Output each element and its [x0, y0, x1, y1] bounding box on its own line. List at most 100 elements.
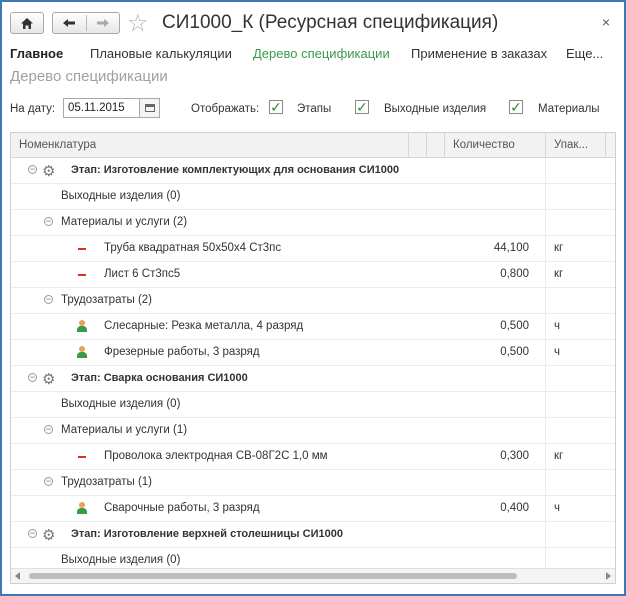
material-marker-icon [78, 274, 86, 276]
column-nomenclature[interactable]: Номенклатура [11, 133, 409, 157]
row-name: Фрезерные работы, 3 разряд [104, 346, 260, 358]
home-button[interactable] [10, 12, 44, 34]
column-divider [545, 210, 546, 235]
column-divider [545, 184, 546, 209]
row-quantity: 0,400 [500, 502, 529, 514]
table-row[interactable]: Слесарные: Резка металла, 4 разряд 0,500 ч [11, 314, 615, 340]
section-main[interactable]: Главное [10, 46, 63, 61]
person-icon [77, 346, 87, 358]
column-package[interactable]: Упак... [546, 133, 606, 157]
column-divider [545, 262, 546, 287]
collapse-toggle-icon[interactable]: − [44, 425, 53, 434]
table-row[interactable]: − Материалы и услуги (2) [11, 210, 615, 236]
section-order-usage[interactable]: Применение в заказах [411, 46, 547, 61]
row-unit: ч [554, 320, 560, 332]
output-items-checkbox[interactable]: ✓ [355, 100, 369, 114]
page-subtitle: Дерево спецификации [10, 68, 168, 85]
column-divider [545, 470, 546, 495]
column-extra-2[interactable] [427, 133, 445, 157]
row-name: Лист 6 Ст3пс5 [104, 268, 181, 280]
row-name: Трудозатраты (1) [61, 476, 152, 488]
materials-label: Материалы [538, 103, 600, 115]
date-input[interactable] [63, 98, 140, 118]
table-row[interactable]: − Трудозатраты (1) [11, 470, 615, 496]
collapse-toggle-icon[interactable]: − [28, 529, 37, 538]
material-marker-icon [78, 456, 86, 458]
column-divider [545, 366, 546, 391]
filter-bar: На дату: Отображать: ✓ Этапы ✓ Выходные … [10, 98, 616, 122]
table-row[interactable]: − ⚙ Этап: Изготовление комплектующих для о… [11, 158, 615, 184]
row-quantity: 0,300 [500, 450, 529, 462]
section-more[interactable]: Еще... [566, 46, 603, 61]
row-name: Труба квадратная 50х50х4 Ст3пс [104, 242, 282, 254]
forward-button[interactable] [87, 16, 120, 31]
row-name: Материалы и услуги (2) [61, 216, 188, 228]
calendar-icon [144, 104, 155, 112]
row-name: Выходные изделия (0) [61, 190, 181, 202]
gear-icon: ⚙ [42, 163, 56, 180]
table-row[interactable]: −Материалы и услуги (1) [11, 418, 615, 444]
window-frame: ☆ СИ1000_К (Ресурсная спецификация) × Гл… [0, 0, 626, 596]
table-row[interactable]: Проволока электродная СВ-08Г2С 1,0 мм 0,3… [11, 444, 615, 470]
table-row[interactable]: Труба квадратная 50х50х4 Ст3пс 44,100 кг [11, 236, 615, 262]
column-divider [545, 444, 546, 469]
table-row[interactable]: Лист 6 Ст3пс5 0,800 кг [11, 262, 615, 288]
material-marker-icon [78, 248, 86, 250]
column-divider [545, 236, 546, 261]
scroll-left-icon[interactable] [15, 572, 20, 580]
row-name: Этап: Изготовление комплектующих для осн… [71, 164, 400, 176]
scrollbar-thumb[interactable] [29, 573, 517, 579]
table-row[interactable]: − ⚙ Этап: Изготовление верхней столешницы … [11, 522, 615, 548]
column-quantity[interactable]: Количество [445, 133, 546, 157]
section-planned-calculations[interactable]: Плановые калькуляции [90, 46, 232, 61]
row-unit: ч [554, 346, 560, 358]
output-items-label: Выходные изделия [384, 103, 487, 115]
gear-icon: ⚙ [42, 371, 56, 388]
calendar-button[interactable] [140, 98, 160, 118]
favorite-star-icon[interactable]: ☆ [127, 9, 149, 38]
row-name: Этап: Сварка основания СИ1000 [71, 372, 248, 384]
table-row[interactable]: Выходные изделия (0) [11, 392, 615, 418]
gear-icon: ⚙ [42, 527, 56, 544]
table-row[interactable]: Фрезерные работы, 3 разряд 0,500 ч [11, 340, 615, 366]
grid-rows: − ⚙ Этап: Изготовление комплектующих для о… [11, 158, 615, 583]
collapse-toggle-icon[interactable]: − [44, 295, 53, 304]
horizontal-scrollbar[interactable] [11, 568, 615, 583]
table-row[interactable]: − Трудозатраты (2) [11, 288, 615, 314]
table-row[interactable]: − ⚙ Этап: Сварка основания СИ1000 [11, 366, 615, 392]
grid-header: Номенклатура Количество Упак... [11, 133, 615, 158]
stages-label: Этапы [297, 103, 332, 115]
row-unit: кг [554, 450, 564, 462]
column-divider [545, 288, 546, 313]
materials-checkbox[interactable]: ✓ [509, 100, 523, 114]
row-unit: кг [554, 268, 564, 280]
table-row[interactable]: Выходные изделия (0) [11, 184, 615, 210]
show-label: Отображать: [191, 103, 260, 115]
column-divider [545, 158, 546, 183]
stages-checkbox[interactable]: ✓ [269, 100, 283, 114]
collapse-toggle-icon[interactable]: − [28, 373, 37, 382]
window-title: СИ1000_К (Ресурсная спецификация) [162, 12, 499, 33]
history-navigation [52, 12, 120, 34]
row-name: Трудозатраты (2) [61, 294, 152, 306]
specification-grid[interactable]: Номенклатура Количество Упак... − ⚙ Этап: … [10, 132, 616, 584]
column-extra-1[interactable] [409, 133, 427, 157]
section-spec-tree[interactable]: Дерево спецификации [253, 46, 390, 61]
close-button[interactable]: × [602, 14, 610, 30]
row-unit: ч [554, 502, 560, 514]
row-name: Материалы и услуги (1) [61, 424, 188, 436]
back-button[interactable] [53, 16, 86, 31]
scroll-right-icon[interactable] [606, 572, 611, 580]
table-row[interactable]: Сварочные работы, 3 разряд 0,400 ч [11, 496, 615, 522]
collapse-toggle-icon[interactable]: − [44, 477, 53, 486]
row-quantity: 0,500 [500, 320, 529, 332]
collapse-toggle-icon[interactable]: − [44, 217, 53, 226]
row-name: Выходные изделия (0) [61, 554, 181, 566]
arrow-right-icon [96, 18, 109, 27]
person-icon [77, 320, 87, 332]
collapse-toggle-icon[interactable]: − [28, 165, 37, 174]
title-bar: ☆ СИ1000_К (Ресурсная спецификация) × [10, 9, 616, 38]
column-divider [545, 340, 546, 365]
row-name: Выходные изделия (0) [61, 398, 181, 410]
home-icon [21, 17, 33, 29]
